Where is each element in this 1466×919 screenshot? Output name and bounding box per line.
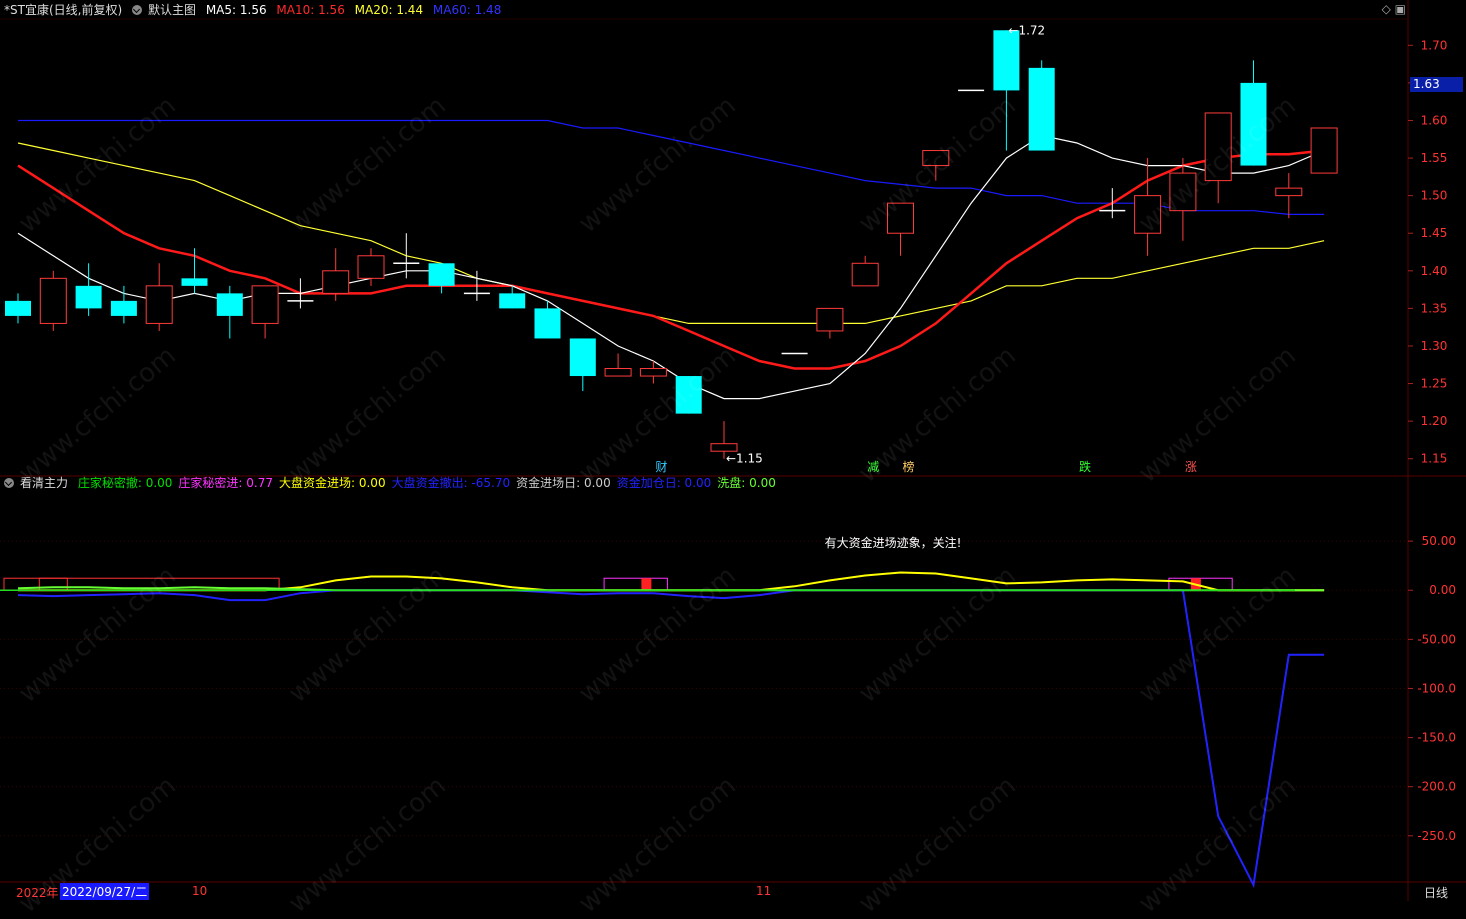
candle-up bbox=[851, 262, 879, 287]
candle-up bbox=[1275, 187, 1303, 197]
candle-up bbox=[357, 255, 385, 279]
event-label: 跌 bbox=[1079, 459, 1091, 474]
event-label: 财 bbox=[655, 460, 667, 474]
time-axis: 2022年 2022/09/27/二 10 11 日线 bbox=[0, 882, 1466, 901]
candle-up bbox=[710, 443, 738, 452]
indicator-bar bbox=[641, 578, 652, 591]
ma10-line bbox=[17, 149, 1325, 370]
indicator-tick-label: -150.0 bbox=[1417, 731, 1456, 745]
indicator-tick-label: -250.0 bbox=[1417, 829, 1456, 843]
price-tick-label: 1.20 bbox=[1421, 414, 1448, 428]
price-tick-label: 1.70 bbox=[1421, 38, 1448, 52]
candle-down bbox=[216, 293, 243, 316]
candle-up bbox=[322, 270, 350, 294]
indicator-values: 庄家秘密撤: 0.00 庄家秘密进: 0.77 大盘资金进场: 0.00 大盘资金撤出… bbox=[78, 476, 782, 490]
window-controls-icon[interactable]: ◇ ▣ bbox=[1382, 2, 1406, 16]
price-annotation: ←1.15 bbox=[726, 452, 763, 466]
candle-down bbox=[181, 278, 208, 286]
candle-down bbox=[569, 338, 596, 377]
month-oct-label: 10 bbox=[192, 884, 208, 898]
indicator-header: 看清主力 庄家秘密撤: 0.00 庄家秘密进: 0.77 大盘资金进场: 0.00 大… bbox=[4, 474, 788, 492]
price-tick-label: 1.55 bbox=[1421, 151, 1448, 165]
dropdown-icon[interactable] bbox=[131, 5, 142, 15]
candle-up bbox=[145, 285, 173, 324]
cursor-date: 2022/09/27/二 bbox=[60, 883, 150, 900]
price-tick-label: 1.60 bbox=[1421, 113, 1448, 127]
ma5-value: MA5: 1.56 bbox=[205, 3, 267, 17]
period-button[interactable]: 日线 bbox=[1424, 884, 1448, 901]
ma20-value: MA20: 1.44 bbox=[354, 3, 424, 17]
period-label: (日线,前复权) bbox=[48, 3, 123, 17]
candle-up bbox=[251, 285, 279, 324]
indicator-tick-label: -100.0 bbox=[1417, 681, 1456, 695]
price-tick-label: 1.45 bbox=[1421, 226, 1448, 240]
candle-down bbox=[5, 300, 31, 316]
candle-up bbox=[639, 368, 667, 377]
price-tick-label: 1.40 bbox=[1421, 264, 1448, 278]
indicator-tick-label: 0.00 bbox=[1429, 583, 1456, 597]
candle-down bbox=[993, 30, 1020, 91]
indicator-box bbox=[603, 577, 668, 591]
main-chart-label[interactable]: 默认主图 bbox=[148, 3, 196, 17]
ma60-value: MA60: 1.48 bbox=[432, 3, 502, 17]
ma5-line bbox=[17, 134, 1325, 400]
indicator-value-3: 大盘资金撤出: -65.70 bbox=[391, 476, 511, 490]
candle-down bbox=[428, 263, 455, 286]
price-tick-label: 1.25 bbox=[1421, 377, 1448, 391]
candle-up bbox=[39, 277, 67, 324]
indicator-tick-label: 50.00 bbox=[1422, 534, 1456, 548]
candle-up bbox=[1310, 127, 1338, 174]
candle-up bbox=[604, 368, 632, 377]
indicator-note: 有大资金进场迹象，关注! bbox=[825, 535, 962, 550]
indicator-tick-label: -200.0 bbox=[1417, 780, 1456, 794]
indicator-value-1: 庄家秘密进: 0.77 bbox=[178, 476, 273, 490]
month-nov-label: 11 bbox=[756, 884, 772, 898]
candle-down bbox=[1028, 67, 1055, 151]
candle-down bbox=[534, 308, 561, 339]
candle-up bbox=[816, 307, 844, 332]
candle-down bbox=[499, 293, 526, 309]
current-price-tag: 1.63 bbox=[1410, 77, 1463, 92]
price-tick-label: 1.35 bbox=[1421, 301, 1448, 315]
price-annotation: ←1.72 bbox=[1008, 23, 1045, 37]
indicator-value-5: 资金加仓日: 0.00 bbox=[616, 476, 712, 490]
ma10-value: MA10: 1.56 bbox=[276, 3, 345, 17]
stock-title: *ST宜康 bbox=[4, 3, 49, 17]
candle-down bbox=[110, 300, 137, 316]
indicator-tick-label: -50.00 bbox=[1417, 632, 1456, 646]
indicator-value-0: 庄家秘密撤: 0.00 bbox=[77, 476, 173, 490]
candle-down bbox=[75, 285, 102, 309]
indicator-value-6: 洗盘: 0.00 bbox=[717, 476, 776, 490]
event-label: 涨 bbox=[1185, 459, 1197, 474]
price-tick-label: 1.15 bbox=[1421, 452, 1448, 466]
main-chart-header: *ST宜康(日线,前复权) 默认主图 MA5: 1.56 MA10: 1.56 … bbox=[4, 1, 507, 19]
dropdown-icon[interactable] bbox=[4, 478, 14, 488]
price-tick-label: 1.30 bbox=[1421, 339, 1448, 353]
price-tick-label: 1.50 bbox=[1421, 189, 1448, 203]
